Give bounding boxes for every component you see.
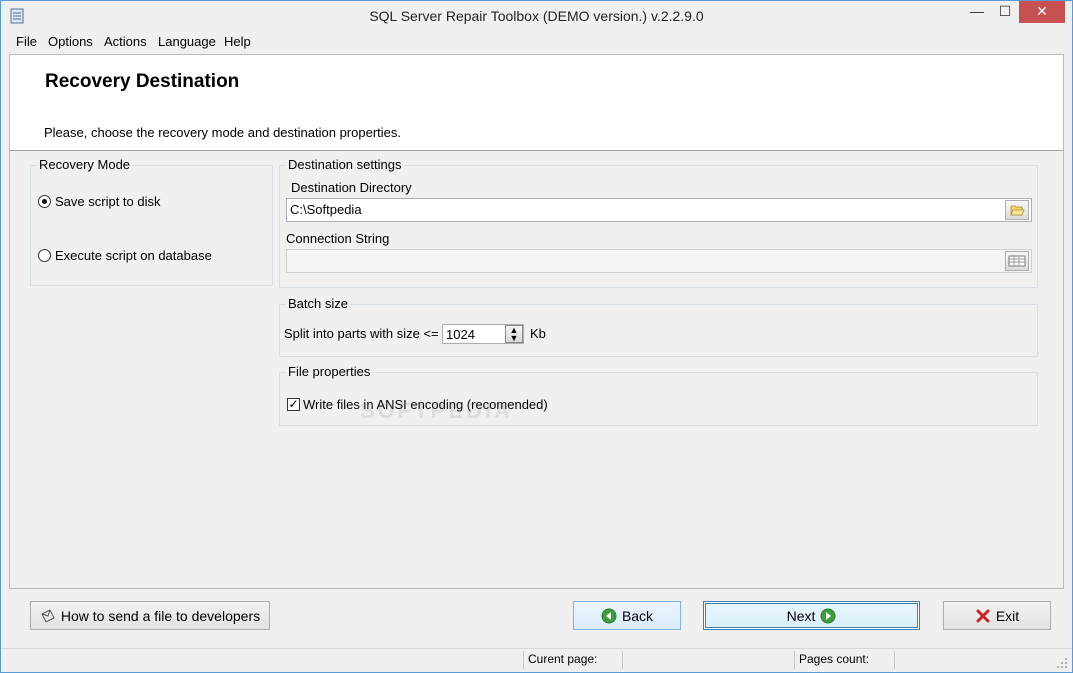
folder-open-icon <box>1010 205 1025 216</box>
connection-string-input[interactable] <box>286 249 1032 273</box>
menu-actions[interactable]: Actions <box>104 34 147 49</box>
destination-settings-title: Destination settings <box>286 157 404 172</box>
status-separator <box>794 651 795 669</box>
next-button[interactable]: Next <box>703 601 920 630</box>
minimize-button[interactable]: — <box>963 1 991 23</box>
next-label: Next <box>786 607 816 624</box>
exit-button[interactable]: Exit <box>943 601 1051 630</box>
mail-icon <box>41 608 55 623</box>
page-title: Recovery Destination <box>45 71 240 92</box>
title-bar: SQL Server Repair Toolbox (DEMO version.… <box>1 1 1072 31</box>
ansi-encoding-checkbox[interactable]: ✓ <box>287 398 300 411</box>
destination-directory-label: Destination Directory <box>291 180 412 195</box>
recovery-mode-group: Recovery Mode Save script to disk Execut… <box>30 157 273 286</box>
red-x-icon <box>976 609 990 622</box>
radio-button-checked[interactable] <box>38 195 51 208</box>
current-page-label: Curent page: <box>528 652 598 666</box>
page-subtitle: Please, choose the recovery mode and des… <box>44 125 401 140</box>
pages-count-label: Pages count: <box>799 652 870 666</box>
table-icon <box>1008 255 1026 267</box>
connection-string-label: Connection String <box>286 231 390 246</box>
exit-label: Exit <box>995 607 1020 624</box>
connection-builder-button[interactable] <box>1005 251 1029 271</box>
how-to-send-file-button[interactable]: How to send a file to developers <box>30 601 270 630</box>
batch-size-spinner[interactable]: ▲ ▼ <box>505 325 523 343</box>
batch-size-unit: Kb <box>530 326 546 341</box>
app-window: SQL Server Repair Toolbox (DEMO version.… <box>0 0 1073 673</box>
maximize-button[interactable]: ☐ <box>991 1 1019 23</box>
batch-size-group: Batch size Split into parts with size <=… <box>279 296 1038 357</box>
browse-folder-button[interactable] <box>1005 200 1029 220</box>
radio-save-script-label: Save script to disk <box>55 194 161 209</box>
batch-size-title: Batch size <box>286 296 350 311</box>
back-button[interactable]: Back <box>573 601 681 630</box>
radio-button[interactable] <box>38 249 51 262</box>
menu-options[interactable]: Options <box>48 34 93 49</box>
radio-save-script[interactable]: Save script to disk <box>38 194 161 209</box>
status-bar: Curent page: Pages count: <box>1 648 1072 672</box>
watermark: SOFTPEDIA <box>360 398 513 423</box>
how-to-send-file-label: How to send a file to developers <box>60 607 261 624</box>
menu-language[interactable]: Language <box>158 34 216 49</box>
header-panel: Recovery Destination Please, choose the … <box>10 55 1063 151</box>
status-separator <box>523 651 524 669</box>
status-separator <box>894 651 895 669</box>
menu-bar: File Options Actions Language Help <box>8 31 1066 53</box>
recovery-mode-title: Recovery Mode <box>37 157 133 172</box>
wizard-page: Recovery Destination Please, choose the … <box>9 54 1064 589</box>
destination-settings-group: Destination settings Destination Directo… <box>279 157 1038 288</box>
destination-directory-input[interactable]: C:\Softpedia <box>286 198 1032 222</box>
close-button[interactable]: ✕ <box>1019 1 1065 23</box>
radio-execute-script-label: Execute script on database <box>55 248 212 263</box>
file-properties-title: File properties <box>286 364 373 379</box>
green-right-arrow-icon <box>820 608 836 623</box>
window-title: SQL Server Repair Toolbox (DEMO version.… <box>369 8 704 24</box>
back-label: Back <box>621 607 654 624</box>
menu-help[interactable]: Help <box>224 34 251 49</box>
resize-grip-icon[interactable] <box>1056 657 1068 669</box>
menu-file[interactable]: File <box>16 34 37 49</box>
batch-size-label: Split into parts with size <= <box>284 326 439 341</box>
status-separator <box>622 651 623 669</box>
green-left-arrow-icon <box>601 608 617 623</box>
radio-execute-script[interactable]: Execute script on database <box>38 248 212 263</box>
